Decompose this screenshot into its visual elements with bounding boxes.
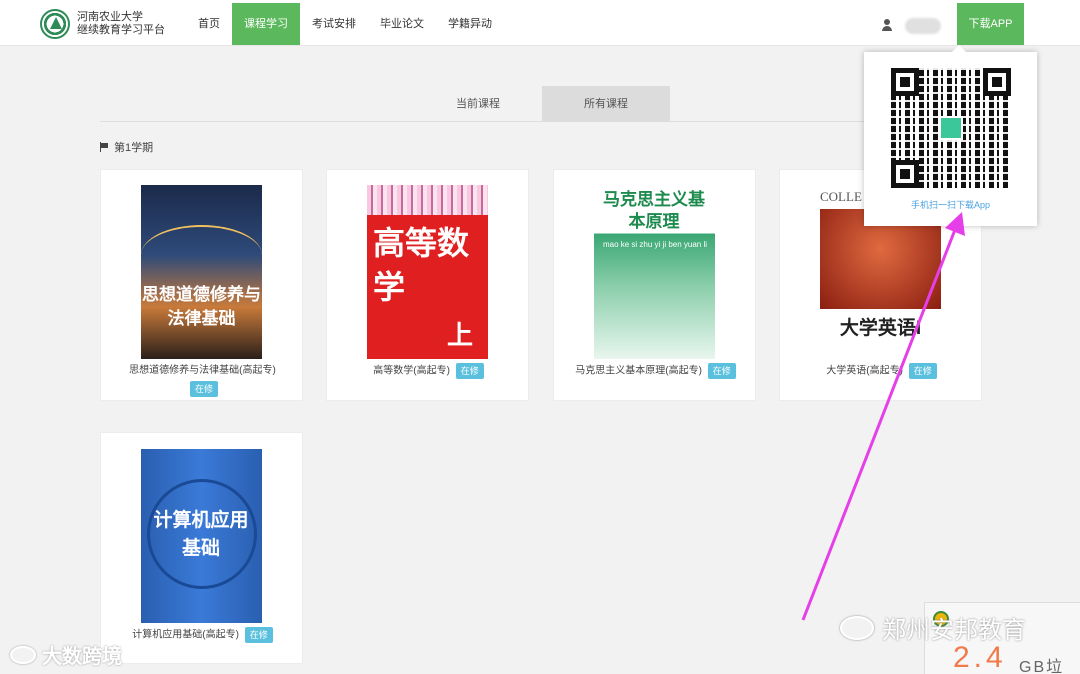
- status-badge: 在修: [455, 363, 484, 379]
- course-tabs: 当前课程 所有课程: [414, 86, 670, 122]
- status-badge: 在修: [707, 363, 736, 379]
- wechat-watermark: 郑州安邦教育: [840, 610, 1026, 645]
- course-title[interactable]: 马克思主义基本原理(高起专): [575, 366, 702, 377]
- course-cover-image[interactable]: 马克思主义基本原理 mao ke si zhu yi ji ben yuan l…: [594, 185, 715, 359]
- brand-line-2: 继续教育学习平台: [77, 24, 165, 36]
- bridge-graphic: [141, 225, 262, 285]
- course-title[interactable]: 思想道德修养与法律基础(高起专): [129, 365, 276, 376]
- university-logo-icon[interactable]: [40, 9, 70, 39]
- semester-label: 第1学期: [114, 142, 154, 154]
- course-card[interactable]: 马克思主义基本原理 mao ke si zhu yi ji ben yuan l…: [553, 169, 756, 401]
- course-title-row: 马克思主义基本原理(高起专) 在修: [554, 363, 757, 380]
- course-card[interactable]: 高等数学 上 高等数学(高起专) 在修: [326, 169, 529, 401]
- tabs-divider: [100, 121, 980, 122]
- cover-title: 高等数学: [373, 225, 470, 305]
- user-name-blurred[interactable]: [905, 18, 941, 34]
- course-card[interactable]: 思想道德修养与法律基础 思想道德修养与法律基础(高起专) 在修: [100, 169, 303, 401]
- flag-icon: [100, 142, 110, 152]
- course-title-row: 计算机应用基础(高起专) 在修: [101, 627, 304, 644]
- course-cover-image[interactable]: 高等数学 上: [367, 185, 488, 359]
- tab-all-courses[interactable]: 所有课程: [542, 86, 670, 122]
- nav-item-exam-schedule[interactable]: 考试安排: [300, 3, 368, 45]
- user-icon[interactable]: [882, 19, 892, 31]
- nav-item-home[interactable]: 首页: [186, 3, 232, 45]
- cover-pinyin: mao ke si zhu yi ji ben yuan li: [602, 240, 708, 249]
- status-badge: 在修: [189, 381, 218, 397]
- junk-size-unit: GB垃圾: [1019, 659, 1065, 674]
- wechat-watermark-text: 郑州安邦教育: [882, 617, 1026, 644]
- qr-finder-pattern: [891, 68, 919, 96]
- cover-title: 计算机应用基础: [153, 510, 249, 559]
- qr-finder-pattern: [891, 160, 919, 188]
- qr-finder-pattern: [983, 68, 1011, 96]
- tab-current-courses[interactable]: 当前课程: [414, 86, 542, 122]
- course-cover-image[interactable]: 计算机应用基础: [141, 449, 262, 623]
- course-title[interactable]: 高等数学(高起专): [373, 366, 450, 377]
- course-cover-image[interactable]: 思想道德修养与法律基础: [141, 185, 262, 359]
- course-title-row: 高等数学(高起专) 在修: [327, 363, 530, 380]
- nav-item-status-change[interactable]: 学籍异动: [436, 3, 504, 45]
- course-title[interactable]: 大学英语(高起专): [826, 366, 903, 377]
- brand-name[interactable]: 河南农业大学 继续教育学习平台: [77, 11, 165, 37]
- status-badge: 在修: [908, 363, 937, 379]
- brand-line-1: 河南农业大学: [77, 11, 143, 23]
- qr-caption: 手机扫一扫下载App: [910, 200, 990, 210]
- semester-heading: 第1学期: [100, 139, 153, 155]
- app-logo-icon: [939, 116, 963, 140]
- main-nav: 首页 课程学习 考试安排 毕业论文 学籍异动: [186, 3, 504, 45]
- cover-header-text: COLLE: [820, 189, 862, 204]
- weibo-icon: [10, 645, 36, 664]
- wechat-icon: [840, 615, 874, 640]
- cover-title: 马克思主义基本原理: [603, 190, 705, 231]
- course-card[interactable]: 计算机应用基础 计算机应用基础(高起专) 在修: [100, 432, 303, 664]
- course-title-row: 思想道德修养与法律基础(高起专) 在修: [101, 363, 304, 397]
- download-app-qr-popup: 手机扫一扫下载App: [864, 45, 1037, 226]
- cover-volume: 上: [447, 320, 474, 350]
- weibo-watermark: 大数跨境: [10, 640, 122, 669]
- nav-item-thesis[interactable]: 毕业论文: [368, 3, 436, 45]
- course-title-row: 大学英语(高起专) 在修: [780, 363, 983, 380]
- junk-size-value: 2.4: [953, 641, 1007, 674]
- qr-code-icon: [891, 68, 1011, 188]
- course-title[interactable]: 计算机应用基础(高起专): [132, 630, 239, 641]
- top-bar: 河南农业大学 继续教育学习平台 首页 课程学习 考试安排 毕业论文 学籍异动 下…: [0, 0, 1080, 46]
- cover-title: 大学英语I: [839, 318, 922, 339]
- cover-title: 思想道德修养与法律基础: [142, 285, 261, 328]
- status-badge: 在修: [244, 627, 273, 643]
- download-app-button[interactable]: 下载APP: [957, 3, 1024, 45]
- weibo-watermark-text: 大数跨境: [42, 646, 122, 668]
- nav-item-course-study[interactable]: 课程学习: [232, 3, 300, 45]
- barcode-stripes: [367, 185, 488, 215]
